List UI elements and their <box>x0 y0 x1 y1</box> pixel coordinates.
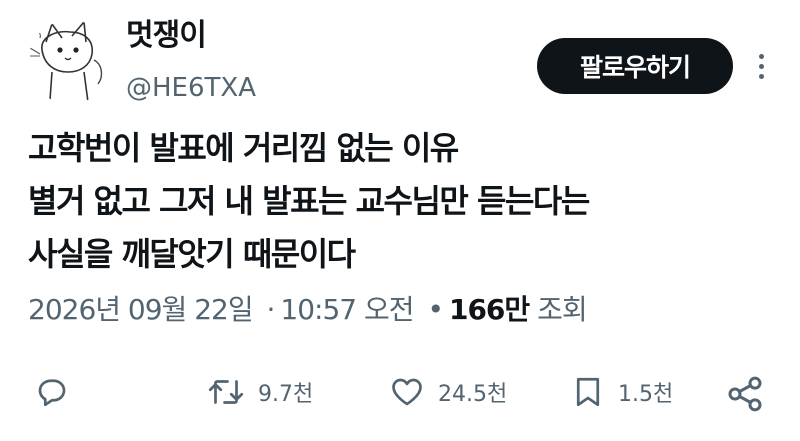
share-icon <box>728 376 762 412</box>
follow-button[interactable]: 팔로우하기 <box>537 38 733 94</box>
meta-bullet: • <box>427 293 443 326</box>
like-count: 24.5천 <box>438 382 508 407</box>
retweet-button[interactable]: 9.7천 <box>206 374 313 410</box>
bookmark-button[interactable]: 1.5천 <box>570 374 673 410</box>
cat-doodle-icon <box>29 20 103 103</box>
more-dot <box>758 63 764 69</box>
author-handle[interactable]: @HE6TXA <box>126 70 256 106</box>
tweet-line: 사실을 깨달앗기 때문이다 <box>28 235 356 273</box>
reply-icon <box>38 379 66 407</box>
more-icon[interactable] <box>748 48 774 84</box>
retweet-icon <box>208 380 244 404</box>
tweet-meta: 2026년 09월 22일 · 10:57 오전 • 166만 조회 <box>28 288 588 332</box>
reply-button[interactable] <box>34 374 70 410</box>
meta-separator: · <box>266 293 276 326</box>
tweet-text: 고학번이 발표에 거리낌 없는 이유 별거 없고 그저 내 발표는 교수님만 듣… <box>28 122 768 281</box>
action-bar: 9.7천 24.5천 1.5천 <box>0 368 800 424</box>
tweet-line: 별거 없고 그저 내 발표는 교수님만 듣는다는 <box>28 182 590 220</box>
tweet-date[interactable]: 2026년 09월 22일 <box>28 293 254 326</box>
tweet-time[interactable]: 10:57 오전 <box>280 293 414 326</box>
share-button[interactable] <box>724 374 766 414</box>
views-label: 조회 <box>537 293 588 326</box>
views-count: 166만 <box>448 293 530 326</box>
avatar[interactable] <box>28 20 112 104</box>
more-dot <box>758 53 764 59</box>
more-dot <box>758 73 764 79</box>
heart-icon <box>392 378 422 406</box>
author-display-name[interactable]: 멋쟁이 <box>126 14 207 58</box>
like-button[interactable]: 24.5천 <box>388 374 507 410</box>
tweet-line: 고학번이 발표에 거리낌 없는 이유 <box>28 129 459 167</box>
bookmark-icon <box>576 377 600 407</box>
bookmark-count: 1.5천 <box>618 382 674 407</box>
retweet-count: 9.7천 <box>258 382 314 407</box>
